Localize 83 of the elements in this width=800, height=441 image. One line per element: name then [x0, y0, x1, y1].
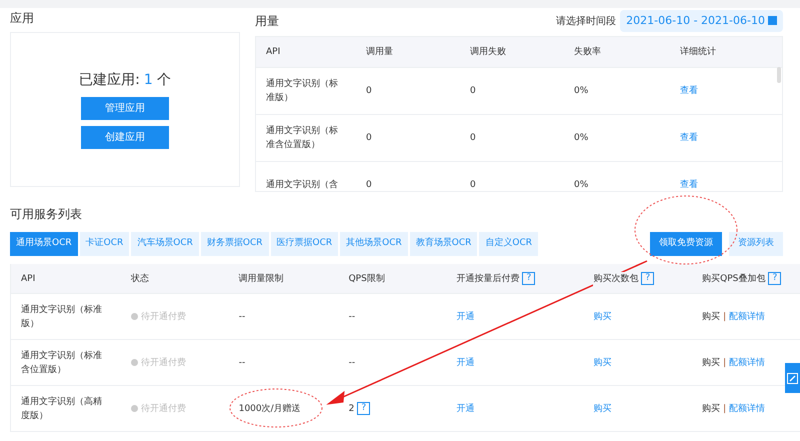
table-cell-text: -- — [348, 356, 356, 370]
status-dot-icon — [130, 405, 138, 412]
help-icon[interactable]: ? — [357, 402, 370, 415]
view-link[interactable]: 查看 — [670, 131, 780, 145]
column-header: 详细统计 — [679, 46, 717, 59]
column-header: API — [265, 46, 282, 59]
tab[interactable]: 通用场景OCR — [10, 232, 80, 256]
buy-link[interactable]: 购买 — [593, 402, 612, 416]
table-cell-text: 0 — [469, 132, 477, 145]
column-header: 开通按量后付费 — [456, 272, 520, 286]
edit-icon — [787, 372, 798, 384]
section-title: 用量 — [255, 13, 279, 29]
buy-link[interactable]: 购买 — [593, 310, 612, 324]
view-link[interactable]: 查看 — [670, 178, 780, 191]
table-cell-text: 0 — [469, 179, 477, 191]
table-cell-text: 通用文字识别（标准版） — [21, 304, 103, 330]
enable-link[interactable]: 开通 — [456, 402, 474, 416]
quota-details-link[interactable]: 配额详情 — [729, 356, 766, 370]
column-header: 购买次数包 — [593, 272, 638, 286]
table-cell-text: 0% — [573, 179, 590, 191]
date-label: 请选择时间段 — [556, 14, 616, 28]
column-header: QPS限制 — [348, 272, 385, 286]
enable-link[interactable]: 开通 — [456, 310, 474, 324]
status-dot-icon — [130, 313, 138, 320]
tab[interactable]: 汽车场景OCR — [131, 232, 201, 256]
table-cell-text: 1000次/月赠送 — [238, 402, 301, 416]
section-title: 可用服务列表 — [10, 206, 83, 222]
tab[interactable]: 其他场景OCR — [340, 232, 410, 256]
tab[interactable]: 财务票据OCR — [200, 232, 270, 256]
quota-details-link[interactable]: 配额详情 — [729, 402, 766, 416]
tab[interactable]: 医疗票据OCR — [270, 232, 340, 256]
count-label: 已建应用: — [79, 71, 140, 90]
table-cell-text: 2 — [348, 402, 354, 416]
status-text: 待开通付费 — [140, 402, 186, 416]
column-header: 调用量 — [365, 46, 394, 59]
action-button[interactable]: 领取免费资源 — [650, 232, 722, 256]
table-cell-text: 通用文字识别（标准含位置版） — [21, 350, 103, 376]
column-header: 状态 — [130, 272, 149, 286]
table-cell-text: 通用文字识别（含 — [265, 178, 339, 191]
enable-link[interactable]: 开通 — [456, 356, 474, 370]
count-unit: 个 — [156, 71, 171, 90]
calendar-icon — [768, 16, 777, 25]
buy-link[interactable]: 购买 — [702, 310, 720, 324]
separator: | — [723, 356, 726, 370]
table-cell-text: -- — [348, 310, 356, 324]
help-icon[interactable]: ? — [641, 272, 654, 285]
table-cell-text: 0% — [573, 85, 590, 98]
buy-link[interactable]: 购买 — [593, 356, 612, 370]
column-header: 调用量限制 — [238, 272, 284, 286]
date-range-picker[interactable]: 2021-06-10 - 2021-06-10 — [620, 10, 783, 32]
count-value: 1 — [144, 71, 153, 90]
action-button[interactable]: 资源列表 — [729, 232, 783, 256]
tab[interactable]: 卡证OCR — [80, 232, 132, 256]
view-link[interactable]: 查看 — [670, 84, 780, 98]
table-cell-text: 0 — [469, 85, 477, 98]
buy-link[interactable]: 购买 — [702, 402, 720, 416]
table-cell-text: -- — [238, 310, 246, 324]
table-cell-text: 0 — [365, 132, 373, 145]
column-header: 调用失败 — [469, 46, 507, 59]
status-dot-icon — [130, 359, 138, 366]
help-icon[interactable]: ? — [522, 272, 536, 285]
tab[interactable]: 教育场景OCR — [410, 232, 480, 256]
column-header: 失败率 — [573, 46, 602, 59]
app-button[interactable]: 创建应用 — [81, 126, 169, 149]
table-cell-text: 通用文字识别（标准含位置版） — [265, 124, 339, 152]
quota-details-link[interactable]: 配额详情 — [729, 310, 766, 324]
help-icon[interactable]: ? — [768, 272, 782, 285]
table-cell-text: 0% — [573, 132, 590, 145]
section-title: 应用 — [10, 10, 35, 26]
tab[interactable]: 自定义OCR — [479, 232, 540, 256]
table-cell-text: 0 — [365, 179, 373, 191]
table-cell-text: -- — [238, 356, 246, 370]
table-cell-text: 通用文字识别（高精度版） — [21, 396, 103, 422]
feedback-button[interactable] — [785, 363, 800, 393]
app-button[interactable]: 管理应用 — [81, 97, 169, 120]
table-cell-text: 0 — [365, 85, 373, 98]
table-cell-text: 通用文字识别（标准版） — [265, 78, 339, 105]
buy-link[interactable]: 购买 — [702, 356, 720, 370]
column-header: 购买QPS叠加包 — [702, 272, 766, 286]
status-text: 待开通付费 — [140, 310, 186, 324]
separator: | — [723, 310, 726, 324]
status-text: 待开通付费 — [140, 356, 186, 370]
separator: | — [723, 402, 726, 416]
